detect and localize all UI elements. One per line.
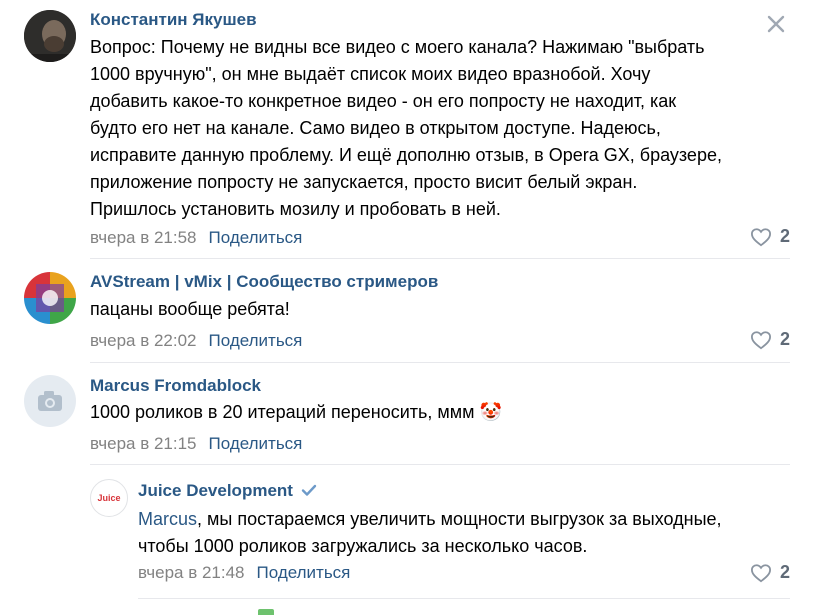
like-button[interactable]: 2 (750, 562, 790, 583)
close-icon (767, 15, 785, 33)
share-button[interactable]: Поделиться (209, 331, 303, 350)
like-count: 2 (780, 562, 791, 582)
like-count: 2 (780, 226, 791, 246)
comment-text: пацаны вообще ребята! (90, 299, 290, 319)
comment-text-line: будто его нет на канале. Само видео в от… (90, 118, 661, 138)
heart-icon (750, 227, 772, 246)
avatar-logo-text: Juice (97, 493, 121, 503)
comment-text-line: исправите данную проблему. И ещё дополню… (90, 145, 722, 165)
comment-text-line: 1000 вручную", он мне выдаёт список моих… (90, 64, 651, 84)
comment-meta: вчера в 22:02 Поделиться (90, 331, 302, 351)
verified-icon (301, 484, 317, 496)
like-button[interactable]: 2 (750, 329, 790, 350)
comment-text-body: 1000 роликов в 20 итераций переносить, м… (90, 402, 475, 422)
comment-time[interactable]: вчера в 21:58 (90, 228, 197, 247)
comment-text-line: , мы постараемся увеличить мощности выгр… (197, 509, 722, 529)
share-button[interactable]: Поделиться (209, 434, 303, 453)
divider (90, 258, 790, 259)
avatar[interactable] (24, 272, 76, 324)
comment-meta: вчера в 21:15 Поделиться (90, 434, 302, 454)
comment-text-line: добавить какое-то конкретное видео - он … (90, 91, 677, 111)
camera-icon (38, 391, 62, 411)
share-button[interactable]: Поделиться (257, 563, 351, 582)
close-button[interactable] (764, 12, 788, 36)
comment-time[interactable]: вчера в 22:02 (90, 331, 197, 350)
heart-icon (750, 330, 772, 349)
comment-text-line: Пришлось установить мозилу и пробовать в… (90, 199, 501, 219)
divider (138, 598, 790, 599)
share-button[interactable]: Поделиться (209, 228, 303, 247)
comment-author[interactable]: AVStream | vMix | Сообщество стримеров (90, 272, 438, 292)
comment-text: Вопрос: Почему не видны все видео с моег… (90, 34, 780, 223)
comment-author[interactable]: Marcus Fromdablock (90, 376, 261, 396)
comment-meta: вчера в 21:58 Поделиться (90, 228, 302, 248)
avatar[interactable] (24, 375, 76, 427)
comment-text: Marcus, мы постараемся увеличить мощност… (138, 506, 798, 560)
comment-time[interactable]: вчера в 21:15 (90, 434, 197, 453)
clown-emoji: 🤡 (479, 402, 502, 422)
avatar[interactable]: Juice (90, 479, 128, 517)
like-count: 2 (780, 329, 791, 349)
next-comment-peek (258, 609, 274, 615)
comment-time[interactable]: вчера в 21:48 (138, 563, 245, 582)
divider (90, 464, 790, 465)
comment-text-line: Вопрос: Почему не видны все видео с моег… (90, 37, 705, 57)
avatar[interactable] (24, 10, 76, 62)
comment-author[interactable]: Juice Development (138, 481, 317, 501)
comment-meta: вчера в 21:48 Поделиться (138, 563, 350, 583)
comment-text-line: приложение попросту не запускается, прос… (90, 172, 638, 192)
comment-author[interactable]: Константин Якушев (90, 10, 257, 30)
divider (90, 362, 790, 363)
comment-text: 1000 роликов в 20 итераций переносить, м… (90, 399, 502, 426)
reply-author-name[interactable]: Juice Development (138, 481, 293, 500)
heart-icon (750, 563, 772, 582)
mention-link[interactable]: Marcus (138, 509, 197, 529)
comment-text-line: чтобы 1000 роликов загружались за нескол… (138, 536, 588, 556)
like-button[interactable]: 2 (750, 226, 790, 247)
